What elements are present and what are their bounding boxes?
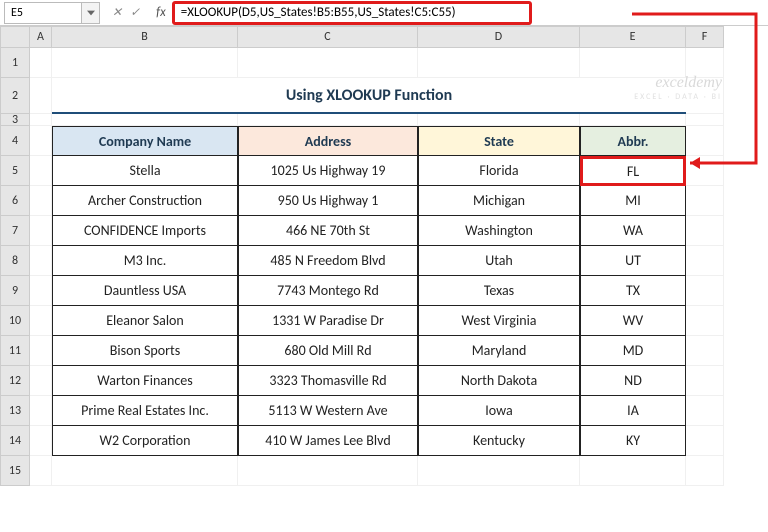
cell-b11[interactable]: Bison Sports — [52, 336, 238, 366]
table-header-state: State — [418, 126, 580, 156]
col-header-c[interactable]: C — [238, 26, 418, 48]
cell-c5[interactable]: 1025 Us Highway 19 — [238, 156, 418, 186]
row-header-8[interactable]: 8 — [0, 246, 30, 276]
cell-c9[interactable]: 7743 Montego Rd — [238, 276, 418, 306]
cell-c11[interactable]: 680 Old Mill Rd — [238, 336, 418, 366]
watermark: exceldemy EXCEL · DATA · BI — [634, 74, 722, 102]
row-header-10[interactable]: 10 — [0, 306, 30, 336]
watermark-text: exceldemy — [634, 74, 722, 92]
name-box-dropdown[interactable] — [82, 2, 100, 24]
cell-b5[interactable]: Stella — [52, 156, 238, 186]
table-header-abbr: Abbr. — [580, 126, 686, 156]
cell-c6[interactable]: 950 Us Highway 1 — [238, 186, 418, 216]
cell-c13[interactable]: 5113 W Western Ave — [238, 396, 418, 426]
cell-e6[interactable]: MI — [580, 186, 686, 216]
cell-e5[interactable]: FL — [580, 156, 686, 186]
cell-e11[interactable]: MD — [580, 336, 686, 366]
enter-icon[interactable]: ✓ — [130, 5, 140, 20]
row-header-5[interactable]: 5 — [0, 156, 30, 186]
cell-c8[interactable]: 485 N Freedom Blvd — [238, 246, 418, 276]
row-header-15[interactable]: 15 — [0, 456, 30, 486]
sheet-title: Using XLOOKUP Function — [52, 78, 686, 114]
table-header-company: Company Name — [52, 126, 238, 156]
formula-input[interactable] — [172, 1, 532, 25]
row-header-3[interactable]: 3 — [0, 114, 30, 126]
col-header-b[interactable]: B — [52, 26, 238, 48]
cell-c10[interactable]: 1331 W Paradise Dr — [238, 306, 418, 336]
col-header-a[interactable]: A — [30, 26, 52, 48]
cell-d12[interactable]: North Dakota — [418, 366, 580, 396]
cell-c7[interactable]: 466 NE 70th St — [238, 216, 418, 246]
cell-b9[interactable]: Dauntless USA — [52, 276, 238, 306]
formula-bar-row: E5 ✕ ✓ fx — [0, 0, 768, 26]
cell-e14[interactable]: KY — [580, 426, 686, 456]
row-header-9[interactable]: 9 — [0, 276, 30, 306]
cell-d6[interactable]: Michigan — [418, 186, 580, 216]
cell-d7[interactable]: Washington — [418, 216, 580, 246]
row-header-4[interactable]: 4 — [0, 126, 30, 156]
cell-e9[interactable]: TX — [580, 276, 686, 306]
row-header-1[interactable]: 1 — [0, 48, 30, 78]
cell-b7[interactable]: CONFIDENCE Imports — [52, 216, 238, 246]
watermark-subtext: EXCEL · DATA · BI — [634, 92, 722, 102]
cell-b13[interactable]: Prime Real Estates Inc. — [52, 396, 238, 426]
cell-e10[interactable]: WV — [580, 306, 686, 336]
cell-d9[interactable]: Texas — [418, 276, 580, 306]
col-header-e[interactable]: E — [580, 26, 686, 48]
chevron-down-icon — [87, 10, 95, 16]
row-header-12[interactable]: 12 — [0, 366, 30, 396]
cell-e8[interactable]: UT — [580, 246, 686, 276]
cell-d8[interactable]: Utah — [418, 246, 580, 276]
row-header-13[interactable]: 13 — [0, 396, 30, 426]
cell-e13[interactable]: IA — [580, 396, 686, 426]
cell-b10[interactable]: Eleanor Salon — [52, 306, 238, 336]
cell-b8[interactable]: M3 Inc. — [52, 246, 238, 276]
cell-b6[interactable]: Archer Construction — [52, 186, 238, 216]
formula-toolbar-icons: ✕ ✓ — [106, 5, 146, 20]
cell-c12[interactable]: 3323 Thomasville Rd — [238, 366, 418, 396]
cell-b14[interactable]: W2 Corporation — [52, 426, 238, 456]
table-header-address: Address — [238, 126, 418, 156]
cell-d10[interactable]: West Virginia — [418, 306, 580, 336]
cell-d11[interactable]: Maryland — [418, 336, 580, 366]
cell-b12[interactable]: Warton Finances — [52, 366, 238, 396]
col-header-f[interactable]: F — [686, 26, 724, 48]
row-header-7[interactable]: 7 — [0, 216, 30, 246]
row-header-11[interactable]: 11 — [0, 336, 30, 366]
cell-d13[interactable]: Iowa — [418, 396, 580, 426]
cell-d5[interactable]: Florida — [418, 156, 580, 186]
name-box[interactable]: E5 — [4, 2, 82, 24]
row-header-6[interactable]: 6 — [0, 186, 30, 216]
cell-c14[interactable]: 410 W James Lee Blvd — [238, 426, 418, 456]
cell-e7[interactable]: WA — [580, 216, 686, 246]
col-header-d[interactable]: D — [418, 26, 580, 48]
cell-d14[interactable]: Kentucky — [418, 426, 580, 456]
row-header-2[interactable]: 2 — [0, 78, 30, 114]
fx-label[interactable]: fx — [156, 5, 166, 20]
cancel-icon[interactable]: ✕ — [112, 5, 122, 20]
select-all-corner[interactable] — [0, 26, 30, 48]
row-header-14[interactable]: 14 — [0, 426, 30, 456]
cell-e12[interactable]: ND — [580, 366, 686, 396]
